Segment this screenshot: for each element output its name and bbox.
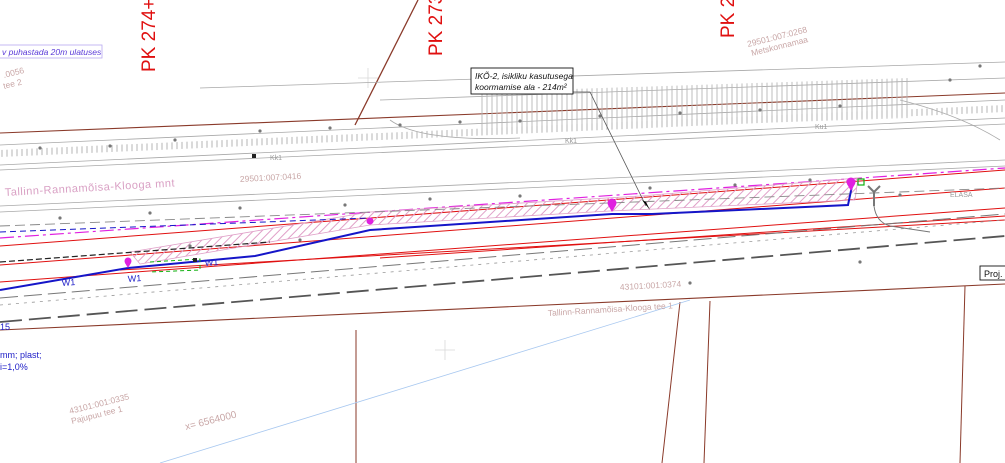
pipe-label-w1-c: W1 (204, 257, 218, 268)
label-ku1-b: Kk1 (565, 138, 577, 145)
callout-line2: koormamise ala - 214m² (475, 82, 568, 92)
cadastral-id-1: 29501:007:0416 (240, 171, 302, 184)
station-pk-274: PK 274+00 (139, 0, 160, 72)
label-ku1-c: Ku1 (815, 124, 828, 131)
station-pk-27x: PK 27 (718, 0, 739, 38)
pipe-label-w1-b: W1 (127, 273, 141, 284)
pipe-number: 15 (0, 322, 10, 332)
label-ku1-a: Kk1 (270, 155, 282, 162)
callout-line1: IKÕ-2, isikliku kasutusega (475, 71, 573, 81)
top-note: v puhastada 20m ulatuses (2, 47, 102, 57)
proj-label: Proj. (984, 269, 1003, 279)
cad-drawing: Tallinn-Rannamõisa-Klooga mnt IKÕ-2, isi… (0, 0, 1005, 463)
station-pk-273: PK 273 (426, 0, 447, 56)
cadastral-name-3: Tallinn-Rannamõisa-Klooga tee 1 (548, 300, 674, 318)
location-pin-icon (124, 257, 132, 268)
pipe-diameter: mm; plast; (0, 350, 42, 360)
green-valve (857, 178, 865, 186)
coordinate-label: x= 6564000 (184, 409, 238, 432)
marker-block-2 (193, 258, 197, 262)
pipe-label-w1-a: W1 (61, 277, 75, 288)
marker-block-1 (252, 154, 256, 158)
label-elasa: ELASA (950, 192, 973, 199)
light-blue-line (159, 299, 691, 463)
cadastral-id-3: 43101:001:0374 (620, 279, 682, 292)
location-pin-icon (366, 217, 374, 225)
map-canvas[interactable]: Tallinn-Rannamõisa-Klooga mnt IKÕ-2, isi… (0, 0, 1005, 463)
road-name-label: Tallinn-Rannamõisa-Klooga mnt (4, 178, 175, 199)
pipe-slope: i=1,0% (0, 362, 28, 372)
